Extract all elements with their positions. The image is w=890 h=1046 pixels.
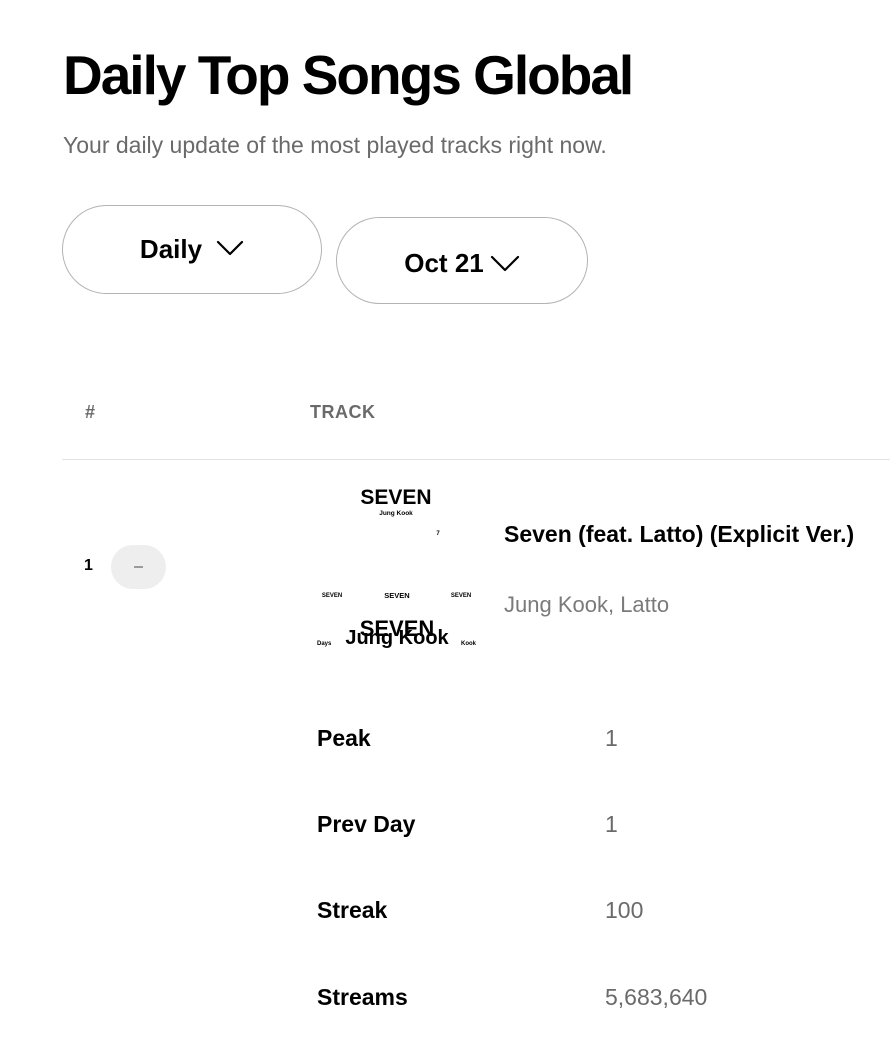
column-header-rank: # bbox=[85, 402, 96, 422]
track-rank: 1 bbox=[84, 557, 93, 574]
stat-label-prev-day: Prev Day bbox=[317, 811, 416, 837]
chevron-down-icon bbox=[490, 254, 520, 277]
cover-center-text: SEVEN bbox=[384, 591, 409, 600]
date-dropdown[interactable]: Oct 21 bbox=[336, 217, 588, 304]
stat-value-streams: 5,683,640 bbox=[605, 984, 708, 1010]
column-header-track: TRACK bbox=[310, 402, 376, 422]
page-subtitle: Your daily update of the most played tra… bbox=[63, 132, 607, 158]
cover-bottom-left-text: Days bbox=[317, 641, 332, 647]
period-dropdown[interactable]: Daily bbox=[62, 205, 322, 294]
stat-value-peak: 1 bbox=[605, 725, 618, 751]
stat-value-streak: 100 bbox=[605, 897, 644, 923]
rank-movement-badge bbox=[111, 545, 166, 589]
period-dropdown-label: Daily bbox=[139, 234, 203, 264]
cover-right-text: SEVEN bbox=[451, 593, 471, 599]
stat-label-peak: Peak bbox=[317, 725, 371, 751]
cover-left-text: SEVEN bbox=[322, 593, 342, 599]
album-cover[interactable]: SEVEN Jung Kook 7 SEVEN SEVEN SEVEN SEVE… bbox=[315, 481, 477, 651]
stat-value-prev-day: 1 bbox=[605, 811, 618, 837]
chevron-down-icon bbox=[216, 239, 244, 262]
track-artist[interactable]: Jung Kook, Latto bbox=[504, 591, 669, 619]
stat-label-streams: Streams bbox=[317, 984, 408, 1010]
header-divider bbox=[62, 459, 890, 460]
stat-label-streak: Streak bbox=[317, 897, 388, 923]
cover-bottom-overlay-text: Jung Kook bbox=[345, 627, 449, 649]
cover-artist-text: Jung Kook bbox=[379, 510, 413, 517]
dash-icon bbox=[134, 566, 143, 568]
chart-page: Daily Top Songs Global Your daily update… bbox=[0, 0, 890, 1046]
cover-small-number: 7 bbox=[436, 531, 440, 537]
date-dropdown-label: Oct 21 bbox=[404, 248, 484, 278]
page-title: Daily Top Songs Global bbox=[63, 44, 634, 106]
track-title[interactable]: Seven (feat. Latto) (Explicit Ver.) bbox=[504, 516, 864, 552]
cover-bottom-right-text: Kook bbox=[461, 641, 477, 647]
cover-title-text: SEVEN bbox=[360, 486, 431, 509]
